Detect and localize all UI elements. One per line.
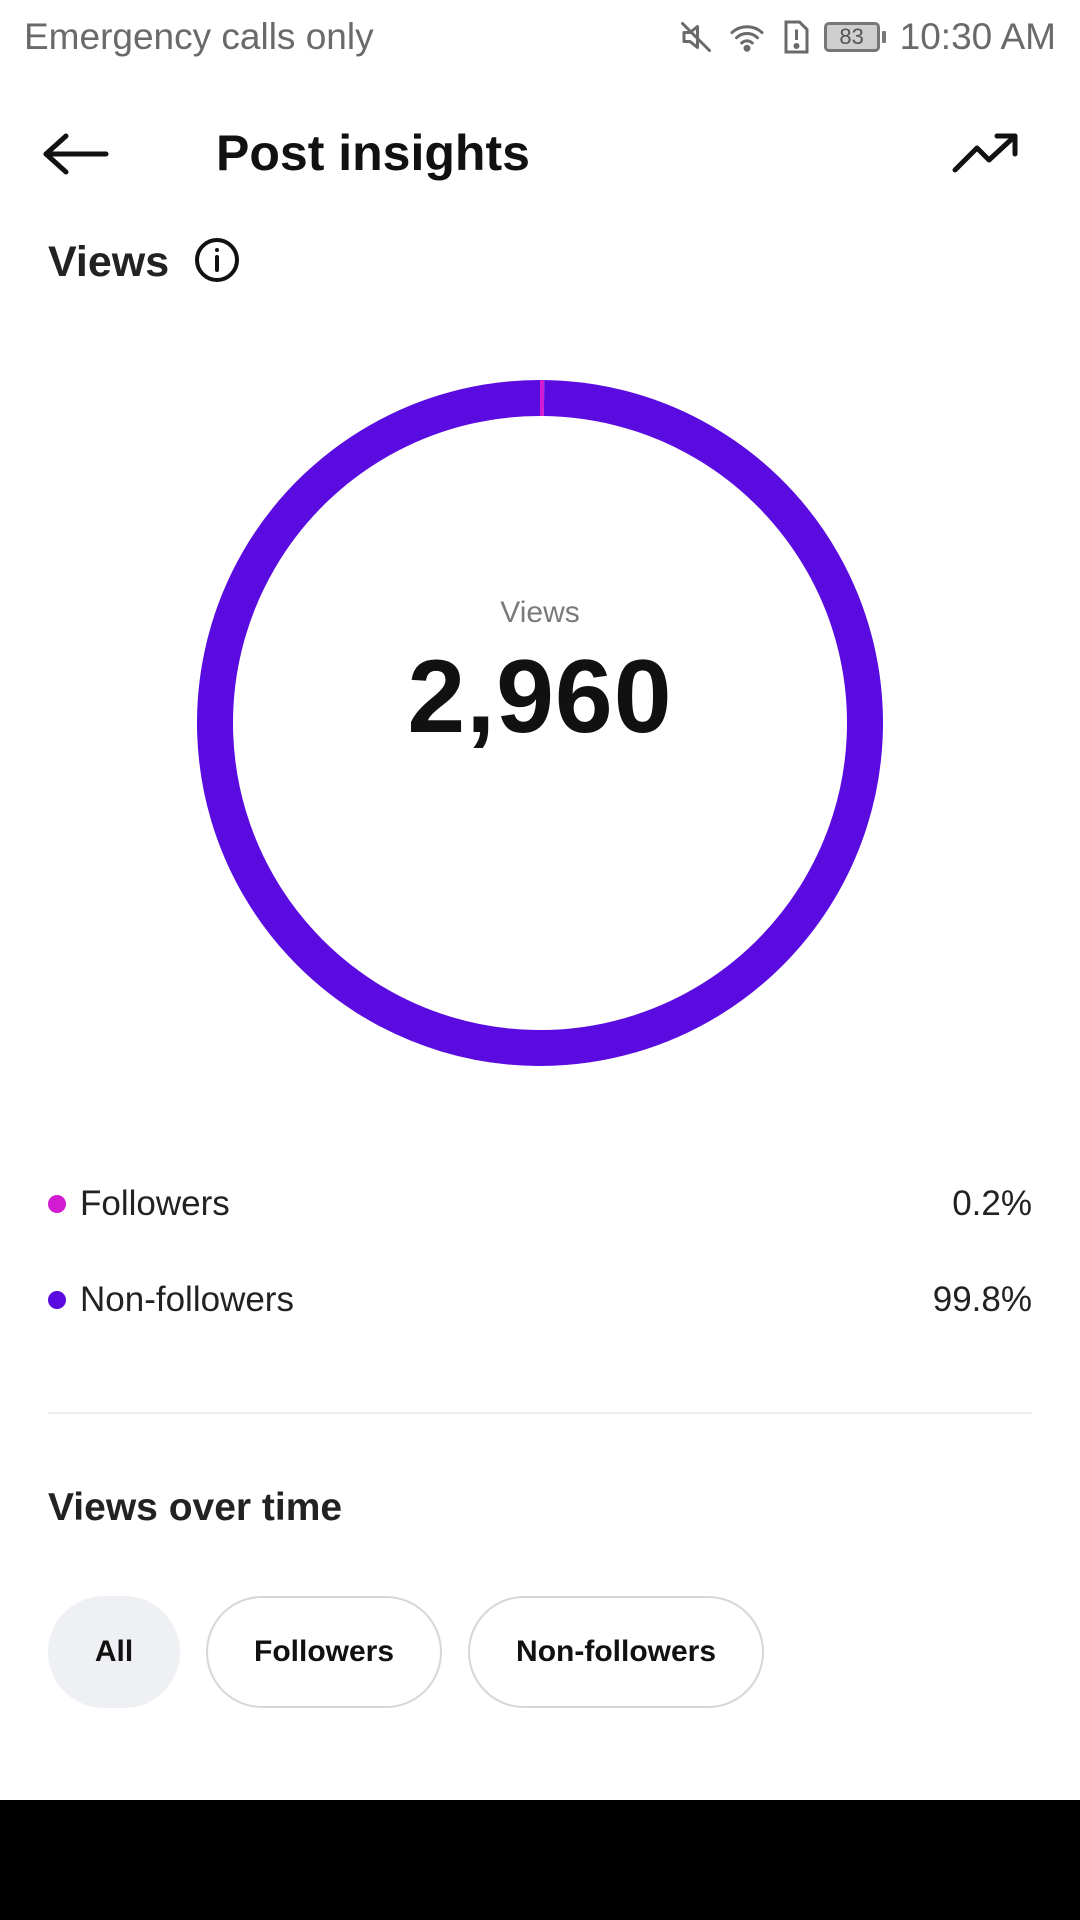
info-button[interactable] xyxy=(193,236,241,289)
info-icon xyxy=(193,236,241,289)
wifi-icon xyxy=(728,19,766,55)
legend-left: Non-followers xyxy=(48,1280,294,1320)
status-bar: Emergency calls only 83 10:30 AM xyxy=(0,0,1080,74)
legend-label-followers: Followers xyxy=(80,1184,230,1223)
donut-center-value: 2,960 xyxy=(407,639,673,755)
chip-all[interactable]: All xyxy=(48,1596,180,1708)
page-title: Post insights xyxy=(216,125,530,181)
mute-icon xyxy=(678,19,714,55)
section-divider xyxy=(48,1412,1032,1414)
legend-label-non-followers: Non-followers xyxy=(80,1280,294,1319)
app-header: Post insights xyxy=(0,110,1080,202)
clock: 10:30 AM xyxy=(899,16,1056,57)
system-navigation-bar xyxy=(0,1800,1080,1920)
screen: Emergency calls only 83 10:30 AM Post in… xyxy=(0,0,1080,1920)
views-section-header: Views xyxy=(48,238,241,287)
legend-dot-followers xyxy=(48,1195,66,1213)
status-icons: 83 10:30 AM xyxy=(678,16,1056,58)
legend-value-non-followers: 99.8% xyxy=(932,1280,1032,1319)
views-donut-chart: Views 2,960 xyxy=(197,380,883,1066)
chip-non-followers[interactable]: Non-followers xyxy=(468,1596,765,1708)
filter-chips: All Followers Non-followers xyxy=(48,1596,765,1708)
battery-level: 83 xyxy=(823,22,880,52)
trending-button[interactable] xyxy=(946,128,1026,184)
legend-value-followers: 0.2% xyxy=(952,1184,1032,1223)
legend-row-non-followers: Non-followers 99.8% xyxy=(48,1270,1032,1330)
donut-center: Views 2,960 xyxy=(197,380,883,1066)
carrier-text: Emergency calls only xyxy=(24,16,374,57)
arrow-left-icon xyxy=(40,130,112,183)
trending-up-icon xyxy=(951,130,1021,183)
back-button[interactable] xyxy=(40,126,130,186)
legend-row-followers: Followers 0.2% xyxy=(48,1174,1032,1234)
legend-left: Followers xyxy=(48,1184,230,1224)
donut-center-label: Views xyxy=(500,596,580,629)
sim-alert-icon xyxy=(780,19,810,55)
views-title: Views xyxy=(48,238,170,286)
battery-icon: 83 xyxy=(823,22,886,52)
chip-followers[interactable]: Followers xyxy=(206,1596,443,1708)
legend-dot-non-followers xyxy=(48,1291,66,1309)
views-over-time-title: Views over time xyxy=(48,1486,343,1529)
